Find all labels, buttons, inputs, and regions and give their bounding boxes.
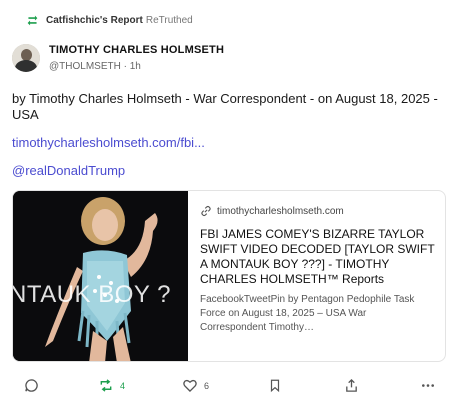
preview-domain-line: timothycharlesholmseth.com xyxy=(200,205,435,217)
more-button[interactable] xyxy=(420,378,436,393)
link-preview-card[interactable]: NTAUK BOY ? timothycharlesholmseth.com F… xyxy=(12,190,446,362)
display-name[interactable]: TIMOTHY CHARLES HOLMSETH xyxy=(49,44,224,56)
preview-description: FacebookTweetPin by Pentagon Pedophile T… xyxy=(200,294,415,333)
like-count: 6 xyxy=(204,380,210,391)
post-time[interactable]: 1h xyxy=(130,61,141,72)
image-overlay-text: NTAUK BOY ? xyxy=(13,281,171,308)
preview-domain: timothycharlesholmseth.com xyxy=(217,205,344,217)
avatar[interactable] xyxy=(12,44,40,72)
more-icon xyxy=(422,384,434,387)
action-bar: 4 6 xyxy=(0,378,458,398)
handle-line: @THOLMSETH · 1h xyxy=(49,61,224,72)
retruth-banner: Catfishchic's Report ReTruthed xyxy=(26,13,193,27)
retruth-icon xyxy=(27,15,38,25)
post-header: TIMOTHY CHARLES HOLMSETH @THOLMSETH · 1h xyxy=(12,42,224,74)
like-button[interactable]: 6 xyxy=(182,378,209,393)
preview-content[interactable]: timothycharlesholmseth.com FBI JAMES COM… xyxy=(188,191,445,361)
heart-icon xyxy=(183,379,197,393)
user-handle[interactable]: @THOLMSETH xyxy=(49,61,121,72)
retruth-action-label: ReTruthed xyxy=(145,14,193,26)
bookmark-icon xyxy=(270,379,280,393)
share-button[interactable] xyxy=(344,378,359,393)
reply-icon xyxy=(25,379,38,392)
separator-dot: · xyxy=(123,61,127,72)
retruth-action-icon xyxy=(100,379,112,392)
preview-title: FBI JAMES COMEY'S BIZARRE TAYLOR SWIFT V… xyxy=(200,227,435,286)
retruth-count: 4 xyxy=(120,380,126,391)
reply-button[interactable] xyxy=(24,378,39,393)
retruth-user-name[interactable]: Catfishchic's Report xyxy=(46,15,143,26)
post-link[interactable]: timothycharlesholmseth.com/fbi... xyxy=(12,135,205,150)
link-icon xyxy=(201,205,211,217)
post-body: by Timothy Charles Holmseth - War Corres… xyxy=(12,91,438,122)
preview-image[interactable]: NTAUK BOY ? xyxy=(13,191,188,361)
share-icon xyxy=(346,378,357,392)
retruth-button[interactable]: 4 xyxy=(98,378,125,393)
mention-link[interactable]: @realDonaldTrump xyxy=(12,163,125,178)
performer-illustration xyxy=(13,191,188,361)
bookmark-button[interactable] xyxy=(268,378,282,393)
